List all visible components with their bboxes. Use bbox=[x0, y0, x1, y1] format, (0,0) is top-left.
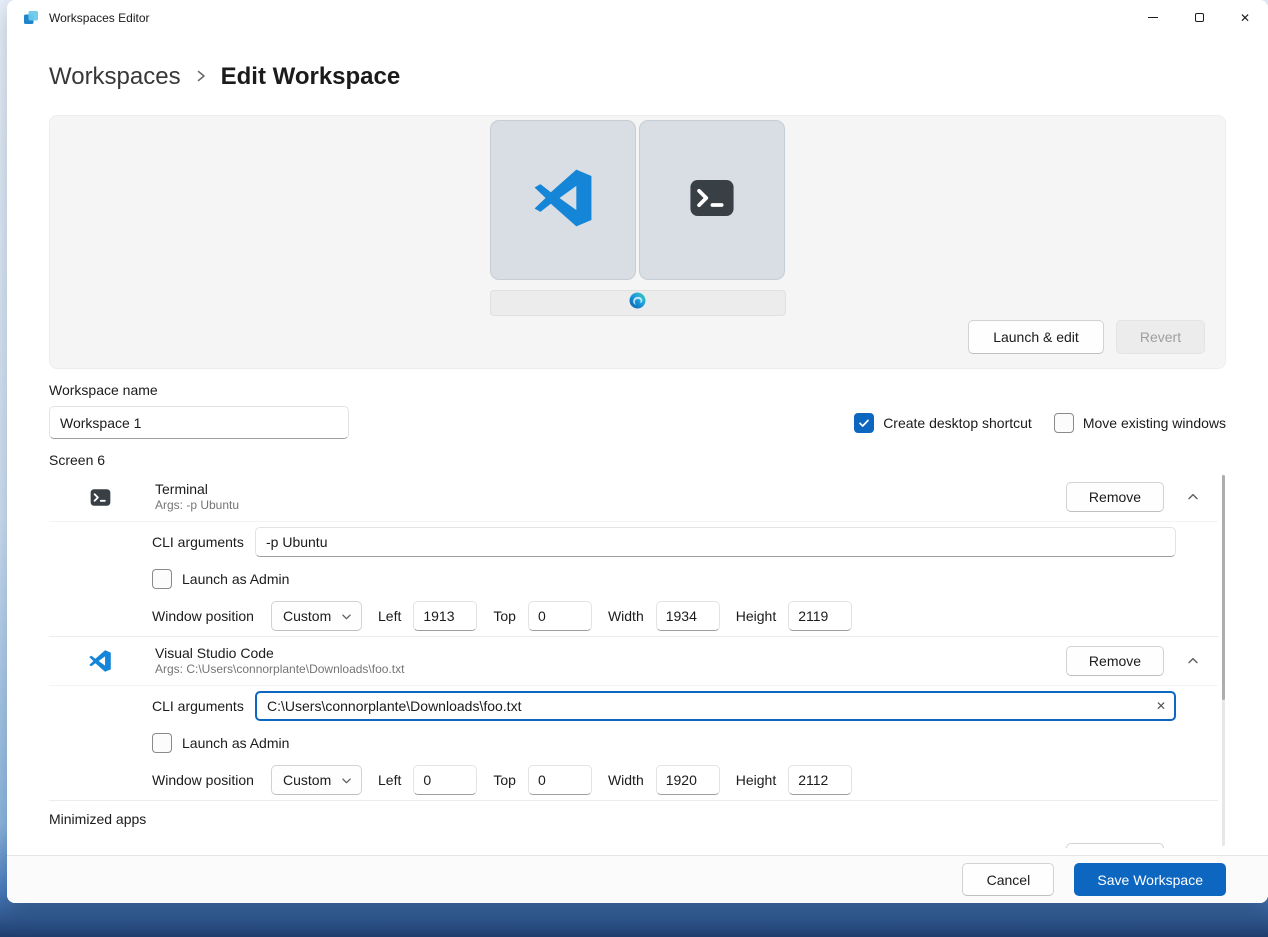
launch-as-admin-checkbox[interactable]: Launch as Admin bbox=[152, 569, 1218, 589]
width-label: Width bbox=[608, 772, 644, 788]
cli-arguments-label: CLI arguments bbox=[152, 534, 255, 550]
cancel-button[interactable]: Cancel bbox=[962, 863, 1054, 896]
launch-as-admin-label: Launch as Admin bbox=[182, 571, 289, 587]
cli-arguments-input[interactable] bbox=[255, 691, 1176, 721]
move-existing-windows-label: Move existing windows bbox=[1083, 415, 1226, 431]
window-position-value: Custom bbox=[283, 608, 331, 624]
app-args-summary: Args: C:\Users\connorplante\Downloads\fo… bbox=[155, 662, 404, 677]
cli-arguments-label: CLI arguments bbox=[152, 698, 255, 714]
edge-icon bbox=[629, 292, 646, 314]
screen-section-label: Screen 6 bbox=[49, 452, 1226, 468]
height-label: Height bbox=[736, 608, 776, 624]
app-header-edge: Microsoft Edge Remove bbox=[49, 834, 1218, 848]
left-input[interactable] bbox=[413, 765, 477, 795]
maximize-icon bbox=[1195, 13, 1204, 22]
preview-window-vscode[interactable] bbox=[490, 120, 636, 280]
checkbox-unchecked-icon bbox=[1054, 413, 1074, 433]
app-args-summary: Args: -p Ubuntu bbox=[155, 498, 239, 513]
width-label: Width bbox=[608, 608, 644, 624]
left-label: Left bbox=[378, 608, 401, 624]
page-title: Edit Workspace bbox=[221, 63, 401, 91]
vscode-icon bbox=[89, 650, 111, 672]
revert-button[interactable]: Revert bbox=[1116, 320, 1205, 354]
checkbox-unchecked-icon bbox=[152, 733, 172, 753]
app-header-terminal: Terminal Args: -p Ubuntu Remove bbox=[49, 473, 1218, 522]
window-position-value: Custom bbox=[283, 772, 331, 788]
window-position-label: Window position bbox=[152, 608, 271, 624]
collapse-expander-button[interactable] bbox=[1178, 646, 1208, 676]
preview-taskbar bbox=[490, 290, 786, 316]
minimize-icon bbox=[1148, 17, 1158, 18]
main-content: Workspaces Edit Workspace bbox=[7, 35, 1268, 855]
chevron-up-icon bbox=[1187, 655, 1199, 667]
terminal-icon bbox=[689, 175, 735, 226]
scrollbar-thumb[interactable] bbox=[1222, 475, 1225, 700]
checkbox-checked-icon bbox=[854, 413, 874, 433]
maximize-button[interactable] bbox=[1176, 0, 1222, 35]
move-existing-windows-checkbox[interactable]: Move existing windows bbox=[1054, 413, 1226, 433]
width-input[interactable] bbox=[656, 601, 720, 631]
chevron-down-icon bbox=[341, 611, 352, 622]
title-bar: Workspaces Editor ✕ bbox=[7, 0, 1268, 35]
app-card-terminal: Terminal Args: -p Ubuntu Remove CLI argu… bbox=[49, 473, 1218, 637]
remove-button[interactable]: Remove bbox=[1066, 843, 1164, 848]
clear-input-icon[interactable]: ✕ bbox=[1156, 699, 1166, 713]
close-button[interactable]: ✕ bbox=[1222, 0, 1268, 35]
workspaces-editor-window: Workspaces Editor ✕ Workspaces Edit Work… bbox=[7, 0, 1268, 903]
workspace-name-label: Workspace name bbox=[49, 382, 1226, 398]
checkbox-unchecked-icon bbox=[152, 569, 172, 589]
create-desktop-shortcut-label: Create desktop shortcut bbox=[883, 415, 1032, 431]
window-title: Workspaces Editor bbox=[49, 11, 149, 25]
left-label: Left bbox=[378, 772, 401, 788]
window-position-label: Window position bbox=[152, 772, 271, 788]
chevron-right-icon bbox=[195, 68, 207, 89]
height-input[interactable] bbox=[788, 765, 852, 795]
save-workspace-button[interactable]: Save Workspace bbox=[1074, 863, 1226, 896]
vertical-scrollbar[interactable] bbox=[1222, 475, 1225, 846]
app-list: Terminal Args: -p Ubuntu Remove CLI argu… bbox=[49, 473, 1226, 848]
footer-bar: Cancel Save Workspace bbox=[7, 855, 1268, 903]
app-card-vscode: Visual Studio Code Args: C:\Users\connor… bbox=[49, 637, 1218, 801]
top-label: Top bbox=[493, 608, 516, 624]
cli-arguments-input[interactable] bbox=[255, 527, 1176, 557]
preview-monitor bbox=[50, 120, 1225, 280]
remove-button[interactable]: Remove bbox=[1066, 482, 1164, 512]
height-input[interactable] bbox=[788, 601, 852, 631]
window-position-select[interactable]: Custom bbox=[271, 601, 362, 631]
preview-window-terminal[interactable] bbox=[639, 120, 785, 280]
remove-button[interactable]: Remove bbox=[1066, 646, 1164, 676]
launch-as-admin-label: Launch as Admin bbox=[182, 735, 289, 751]
launch-as-admin-checkbox[interactable]: Launch as Admin bbox=[152, 733, 1218, 753]
width-input[interactable] bbox=[656, 765, 720, 795]
left-input[interactable] bbox=[413, 601, 477, 631]
edge-icon bbox=[89, 847, 111, 848]
chevron-down-icon bbox=[341, 775, 352, 786]
chevron-up-icon bbox=[1187, 491, 1199, 503]
app-card-edge: Microsoft Edge Remove bbox=[49, 834, 1218, 848]
app-header-vscode: Visual Studio Code Args: C:\Users\connor… bbox=[49, 637, 1218, 686]
launch-and-edit-button[interactable]: Launch & edit bbox=[968, 320, 1104, 354]
create-desktop-shortcut-checkbox[interactable]: Create desktop shortcut bbox=[854, 413, 1032, 433]
vscode-icon bbox=[534, 169, 592, 232]
workspace-preview-panel: Launch & edit Revert bbox=[49, 115, 1226, 369]
top-input[interactable] bbox=[528, 601, 592, 631]
workspace-name-input[interactable] bbox=[49, 406, 349, 439]
breadcrumb: Workspaces Edit Workspace bbox=[49, 61, 1226, 93]
minimize-button[interactable] bbox=[1130, 0, 1176, 35]
terminal-icon bbox=[89, 486, 111, 508]
minimized-apps-label: Minimized apps bbox=[49, 811, 1226, 827]
window-position-select[interactable]: Custom bbox=[271, 765, 362, 795]
workspaces-app-icon bbox=[23, 10, 39, 26]
app-name: Visual Studio Code bbox=[155, 645, 404, 662]
expand-expander-button[interactable] bbox=[1178, 843, 1208, 848]
top-label: Top bbox=[493, 772, 516, 788]
height-label: Height bbox=[736, 772, 776, 788]
breadcrumb-workspaces[interactable]: Workspaces bbox=[49, 63, 181, 91]
collapse-expander-button[interactable] bbox=[1178, 482, 1208, 512]
app-name: Terminal bbox=[155, 481, 239, 498]
top-input[interactable] bbox=[528, 765, 592, 795]
